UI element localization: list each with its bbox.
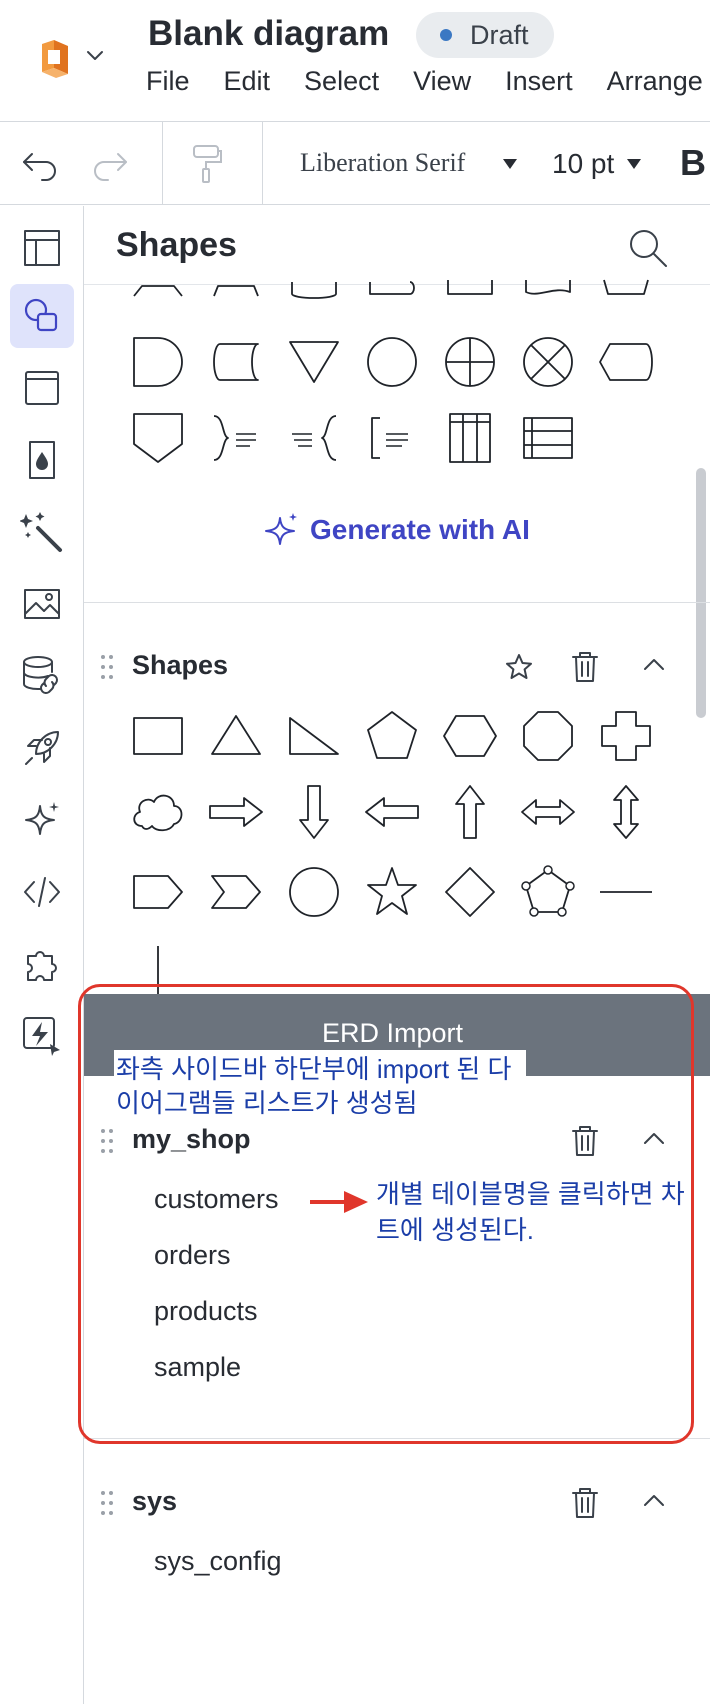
section-name: Shapes [132, 650, 229, 680]
format-painter-icon[interactable] [190, 142, 224, 186]
redo-icon[interactable] [90, 144, 130, 184]
shape-document[interactable] [518, 266, 578, 326]
puzzle-icon[interactable] [10, 932, 74, 996]
shape-brace-note[interactable] [206, 408, 266, 468]
shape-arrow-left[interactable] [362, 782, 422, 842]
shape-left-brace-note[interactable] [284, 408, 344, 468]
status-dot-icon [440, 29, 452, 41]
drag-handle-icon[interactable] [100, 1490, 114, 1516]
section-header-shapes[interactable]: Shapes [84, 642, 710, 692]
annotation-highlight-box [78, 984, 694, 1444]
chevron-up-icon[interactable] [642, 1492, 666, 1508]
shape-octagon[interactable] [518, 706, 578, 766]
shape-stored-data[interactable] [206, 332, 266, 392]
shape-rectangle[interactable] [128, 706, 188, 766]
data-link-icon[interactable] [10, 644, 74, 708]
shape-or[interactable] [440, 332, 500, 392]
trash-icon[interactable] [570, 650, 600, 684]
shape-chevron[interactable] [206, 862, 266, 922]
status-badge-label: Draft [470, 19, 529, 50]
caret-down-icon[interactable] [626, 158, 642, 170]
shape-cloud[interactable] [128, 782, 188, 842]
drag-handle-icon[interactable] [100, 654, 114, 680]
shape-cross[interactable] [596, 706, 656, 766]
frame-icon[interactable] [10, 356, 74, 420]
left-rail [0, 206, 84, 1704]
document-title[interactable]: Blank diagram [148, 14, 389, 54]
menu-edit[interactable]: Edit [224, 66, 271, 97]
menu-arrange[interactable]: Arrange [607, 66, 703, 97]
shape-arrow-right[interactable] [206, 782, 266, 842]
menu-bar: File Edit Select View Insert Arrange [146, 66, 710, 97]
shape-off-page-connector[interactable] [128, 408, 188, 468]
sparkle-icon[interactable] [10, 788, 74, 852]
rocket-icon[interactable] [10, 716, 74, 780]
font-family-select[interactable]: Liberation Serif [300, 148, 465, 178]
table-item-sys-config[interactable]: sys_config [154, 1546, 282, 1577]
shape-arrow-down[interactable] [284, 782, 344, 842]
shape-circle[interactable] [284, 862, 344, 922]
image-icon[interactable] [10, 572, 74, 636]
toolbar-divider [162, 122, 163, 205]
toolbar: Liberation Serif 10 pt B [0, 122, 710, 205]
menu-view[interactable]: View [413, 66, 471, 97]
app-logo[interactable] [34, 38, 76, 78]
flash-import-icon[interactable] [10, 1004, 74, 1068]
shapes-icon[interactable] [10, 284, 74, 348]
code-icon[interactable] [10, 860, 74, 924]
shape-arrow-left-right[interactable] [518, 782, 578, 842]
section-name: sys [132, 1486, 178, 1516]
shape-arrow-up-down[interactable] [596, 782, 656, 842]
shape-preparation[interactable] [128, 266, 188, 326]
shape-tag[interactable] [128, 862, 188, 922]
menu-select[interactable]: Select [304, 66, 379, 97]
shape-manual-operation[interactable] [206, 266, 266, 326]
caret-down-icon[interactable] [502, 158, 518, 170]
templates-icon[interactable] [10, 216, 74, 280]
shape-pentagon[interactable] [362, 706, 422, 766]
star-icon[interactable] [504, 652, 534, 682]
shape-display[interactable] [596, 332, 656, 392]
menu-file[interactable]: File [146, 66, 190, 97]
shape-annotation[interactable] [362, 408, 422, 468]
menu-insert[interactable]: Insert [505, 66, 573, 97]
undo-icon[interactable] [20, 144, 60, 184]
shape-swimlane-vertical[interactable] [440, 408, 500, 468]
font-size-select[interactable]: 10 pt [552, 148, 614, 180]
shape-connector[interactable] [362, 332, 422, 392]
shape-diamond[interactable] [440, 862, 500, 922]
status-badge[interactable]: Draft [416, 12, 554, 58]
shape-swimlane-horizontal[interactable] [518, 408, 578, 468]
shape-internal-storage[interactable] [440, 266, 500, 326]
generate-ai-button[interactable]: Generate with AI [264, 512, 530, 548]
shape-triangle[interactable] [206, 706, 266, 766]
sparkle-icon [264, 512, 300, 548]
shape-right-triangle[interactable] [284, 706, 344, 766]
shape-trapezoid[interactable] [596, 266, 656, 326]
app-header: Blank diagram Draft File Edit Select Vie… [0, 0, 710, 122]
panel-title: Shapes [116, 226, 237, 264]
shape-star[interactable] [362, 862, 422, 922]
shapes-panel: Shapes Generate with AI Shapes ERD Impor… [84, 206, 710, 1704]
shape-polygon[interactable] [518, 862, 578, 922]
shape-delay[interactable] [128, 332, 188, 392]
trash-icon[interactable] [570, 1486, 600, 1520]
bold-button[interactable]: B [680, 142, 706, 184]
section-header-sys[interactable]: sys [84, 1478, 710, 1528]
shape-database[interactable] [284, 266, 344, 326]
search-icon[interactable] [626, 226, 670, 270]
chevron-down-icon[interactable] [86, 50, 104, 62]
shape-merge[interactable] [284, 332, 344, 392]
generate-ai-label: Generate with AI [310, 514, 530, 545]
shape-stored-data[interactable] [362, 266, 422, 326]
divider [84, 602, 710, 603]
shape-summing-junction[interactable] [518, 332, 578, 392]
shape-line[interactable] [596, 862, 656, 922]
shape-hexagon[interactable] [440, 706, 500, 766]
chevron-up-icon[interactable] [642, 656, 666, 672]
shape-arrow-up[interactable] [440, 782, 500, 842]
magic-wand-icon[interactable] [10, 500, 74, 564]
fill-icon[interactable] [10, 428, 74, 492]
toolbar-divider [262, 122, 263, 205]
